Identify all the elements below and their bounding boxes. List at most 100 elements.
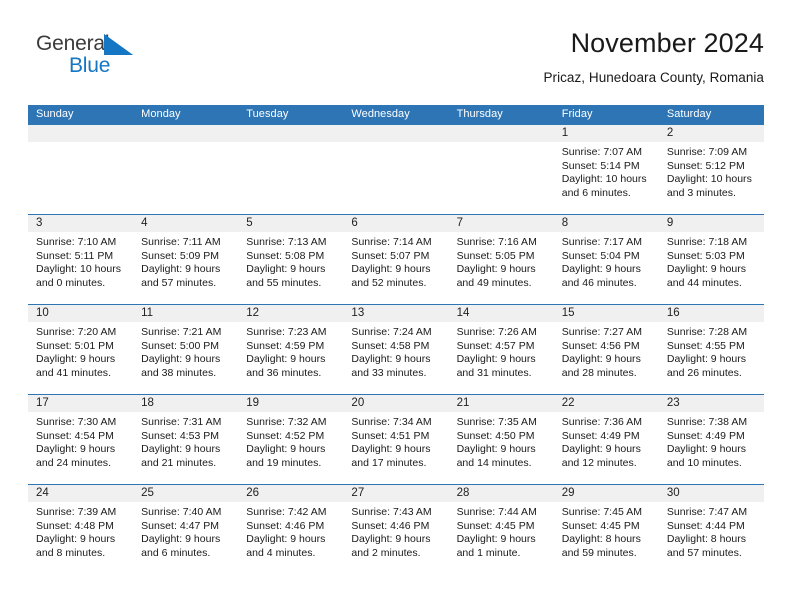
daylight-text: Daylight: 9 hours and 41 minutes. — [36, 353, 116, 379]
day-cell[interactable]: 22 Sunrise: 7:36 AM Sunset: 4:49 PM Dayl… — [553, 395, 659, 484]
sunset-text: Sunset: 4:46 PM — [246, 519, 325, 532]
sunrise-text: Sunrise: 7:11 AM — [141, 236, 221, 248]
day-cell[interactable]: 20 Sunrise: 7:34 AM Sunset: 4:51 PM Dayl… — [343, 395, 449, 484]
week-row: 10 Sunrise: 7:20 AM Sunset: 5:01 PM Dayl… — [28, 304, 764, 394]
day-cell[interactable]: 23 Sunrise: 7:38 AM Sunset: 4:49 PM Dayl… — [658, 395, 764, 484]
day-cell[interactable]: 8 Sunrise: 7:17 AM Sunset: 5:04 PM Dayli… — [553, 215, 659, 304]
day-cell[interactable]: 15 Sunrise: 7:27 AM Sunset: 4:56 PM Dayl… — [553, 305, 659, 394]
daylight-text: Daylight: 9 hours and 28 minutes. — [561, 353, 641, 379]
daylight-text: Daylight: 9 hours and 8 minutes. — [36, 533, 116, 559]
daylight-text: Daylight: 9 hours and 10 minutes. — [666, 443, 746, 469]
page-subtitle: Pricaz, Hunedoara County, Romania — [543, 70, 764, 85]
day-number: 19 — [238, 395, 344, 412]
daylight-text: Daylight: 9 hours and 55 minutes. — [246, 263, 326, 289]
sunrise-text: Sunrise: 7:39 AM — [36, 506, 117, 518]
day-cell[interactable]: 25 Sunrise: 7:40 AM Sunset: 4:47 PM Dayl… — [133, 485, 239, 574]
day-cell[interactable] — [343, 125, 449, 214]
daylight-text: Daylight: 9 hours and 12 minutes. — [561, 443, 641, 469]
day-details: Sunrise: 7:26 AM Sunset: 4:57 PM Dayligh… — [449, 322, 554, 380]
day-details: Sunrise: 7:24 AM Sunset: 4:58 PM Dayligh… — [343, 322, 448, 380]
sunrise-text: Sunrise: 7:43 AM — [351, 506, 432, 518]
day-details: Sunrise: 7:39 AM Sunset: 4:48 PM Dayligh… — [28, 502, 133, 560]
day-cell[interactable]: 3 Sunrise: 7:10 AM Sunset: 5:11 PM Dayli… — [28, 215, 134, 304]
day-cell[interactable] — [28, 125, 134, 214]
sunrise-text: Sunrise: 7:30 AM — [36, 416, 117, 428]
brand-name-general: General — [36, 32, 110, 55]
day-details: Sunrise: 7:09 AM Sunset: 5:12 PM Dayligh… — [659, 142, 764, 200]
day-number: 14 — [448, 305, 554, 322]
sunset-text: Sunset: 5:05 PM — [456, 249, 535, 262]
day-details: Sunrise: 7:36 AM Sunset: 4:49 PM Dayligh… — [554, 412, 659, 470]
sunset-text: Sunset: 5:14 PM — [561, 159, 640, 172]
daylight-text: Daylight: 9 hours and 21 minutes. — [141, 443, 221, 469]
weekday-header-thursday: Thursday — [456, 108, 503, 120]
weekday-header-row: Sunday Monday Tuesday Wednesday Thursday… — [28, 105, 764, 124]
week-row: 17 Sunrise: 7:30 AM Sunset: 4:54 PM Dayl… — [28, 394, 764, 484]
sunrise-text: Sunrise: 7:14 AM — [351, 236, 432, 248]
daylight-text: Daylight: 9 hours and 6 minutes. — [141, 533, 221, 559]
day-number — [28, 125, 134, 142]
day-details: Sunrise: 7:10 AM Sunset: 5:11 PM Dayligh… — [28, 232, 133, 290]
day-number: 28 — [448, 485, 554, 502]
sunset-text: Sunset: 4:56 PM — [561, 339, 640, 352]
brand-name-blue: Blue — [69, 54, 111, 77]
day-cell[interactable] — [448, 125, 554, 214]
day-details: Sunrise: 7:38 AM Sunset: 4:49 PM Dayligh… — [659, 412, 764, 470]
day-cell[interactable]: 1 Sunrise: 7:07 AM Sunset: 5:14 PM Dayli… — [553, 125, 659, 214]
sunrise-text: Sunrise: 7:35 AM — [456, 416, 537, 428]
daylight-text: Daylight: 9 hours and 19 minutes. — [246, 443, 326, 469]
day-cell[interactable] — [238, 125, 344, 214]
sunrise-text: Sunrise: 7:38 AM — [666, 416, 748, 428]
sunset-text: Sunset: 5:00 PM — [141, 339, 220, 352]
day-number: 26 — [238, 485, 344, 502]
day-cell[interactable] — [133, 125, 239, 214]
sunrise-text: Sunrise: 7:28 AM — [666, 326, 748, 338]
daylight-text: Daylight: 8 hours and 57 minutes. — [666, 533, 746, 559]
day-number: 30 — [658, 485, 764, 502]
day-number: 23 — [658, 395, 764, 412]
day-cell[interactable]: 5 Sunrise: 7:13 AM Sunset: 5:08 PM Dayli… — [238, 215, 344, 304]
sunset-text: Sunset: 5:07 PM — [351, 249, 430, 262]
sunrise-text: Sunrise: 7:18 AM — [666, 236, 748, 248]
day-cell[interactable]: 7 Sunrise: 7:16 AM Sunset: 5:05 PM Dayli… — [448, 215, 554, 304]
daylight-text: Daylight: 10 hours and 3 minutes. — [666, 173, 752, 199]
weekday-header-saturday: Saturday — [666, 108, 712, 120]
day-cell[interactable]: 6 Sunrise: 7:14 AM Sunset: 5:07 PM Dayli… — [343, 215, 449, 304]
day-cell[interactable]: 14 Sunrise: 7:26 AM Sunset: 4:57 PM Dayl… — [448, 305, 554, 394]
day-cell[interactable]: 26 Sunrise: 7:42 AM Sunset: 4:46 PM Dayl… — [238, 485, 344, 574]
day-cell[interactable]: 10 Sunrise: 7:20 AM Sunset: 5:01 PM Dayl… — [28, 305, 134, 394]
day-cell[interactable]: 29 Sunrise: 7:45 AM Sunset: 4:45 PM Dayl… — [553, 485, 659, 574]
day-cell[interactable]: 17 Sunrise: 7:30 AM Sunset: 4:54 PM Dayl… — [28, 395, 134, 484]
day-cell[interactable]: 2 Sunrise: 7:09 AM Sunset: 5:12 PM Dayli… — [658, 125, 764, 214]
day-cell[interactable]: 28 Sunrise: 7:44 AM Sunset: 4:45 PM Dayl… — [448, 485, 554, 574]
sunset-text: Sunset: 4:51 PM — [351, 429, 430, 442]
sunrise-text: Sunrise: 7:13 AM — [246, 236, 327, 248]
sunrise-text: Sunrise: 7:36 AM — [561, 416, 642, 428]
day-cell[interactable]: 21 Sunrise: 7:35 AM Sunset: 4:50 PM Dayl… — [448, 395, 554, 484]
day-number: 18 — [133, 395, 239, 412]
day-cell[interactable]: 19 Sunrise: 7:32 AM Sunset: 4:52 PM Dayl… — [238, 395, 344, 484]
day-cell[interactable]: 16 Sunrise: 7:28 AM Sunset: 4:55 PM Dayl… — [658, 305, 764, 394]
daylight-text: Daylight: 8 hours and 59 minutes. — [561, 533, 641, 559]
sunrise-text: Sunrise: 7:45 AM — [561, 506, 642, 518]
day-cell[interactable]: 4 Sunrise: 7:11 AM Sunset: 5:09 PM Dayli… — [133, 215, 239, 304]
page-title: November 2024 — [570, 28, 764, 58]
day-cell[interactable]: 27 Sunrise: 7:43 AM Sunset: 4:46 PM Dayl… — [343, 485, 449, 574]
day-details — [238, 142, 343, 146]
day-cell[interactable]: 12 Sunrise: 7:23 AM Sunset: 4:59 PM Dayl… — [238, 305, 344, 394]
sunset-text: Sunset: 4:45 PM — [561, 519, 640, 532]
day-cell[interactable]: 24 Sunrise: 7:39 AM Sunset: 4:48 PM Dayl… — [28, 485, 134, 574]
sunrise-text: Sunrise: 7:27 AM — [561, 326, 642, 338]
daylight-text: Daylight: 9 hours and 14 minutes. — [456, 443, 536, 469]
day-cell[interactable]: 11 Sunrise: 7:21 AM Sunset: 5:00 PM Dayl… — [133, 305, 239, 394]
day-cell[interactable]: 30 Sunrise: 7:47 AM Sunset: 4:44 PM Dayl… — [658, 485, 764, 574]
day-cell[interactable]: 9 Sunrise: 7:18 AM Sunset: 5:03 PM Dayli… — [658, 215, 764, 304]
sunset-text: Sunset: 4:54 PM — [36, 429, 114, 442]
week-row: 3 Sunrise: 7:10 AM Sunset: 5:11 PM Dayli… — [28, 214, 764, 304]
day-details: Sunrise: 7:27 AM Sunset: 4:56 PM Dayligh… — [554, 322, 659, 380]
triangle-icon — [104, 34, 133, 55]
sunset-text: Sunset: 4:44 PM — [666, 519, 745, 532]
day-cell[interactable]: 13 Sunrise: 7:24 AM Sunset: 4:58 PM Dayl… — [343, 305, 449, 394]
day-details: Sunrise: 7:47 AM Sunset: 4:44 PM Dayligh… — [659, 502, 764, 560]
day-cell[interactable]: 18 Sunrise: 7:31 AM Sunset: 4:53 PM Dayl… — [133, 395, 239, 484]
